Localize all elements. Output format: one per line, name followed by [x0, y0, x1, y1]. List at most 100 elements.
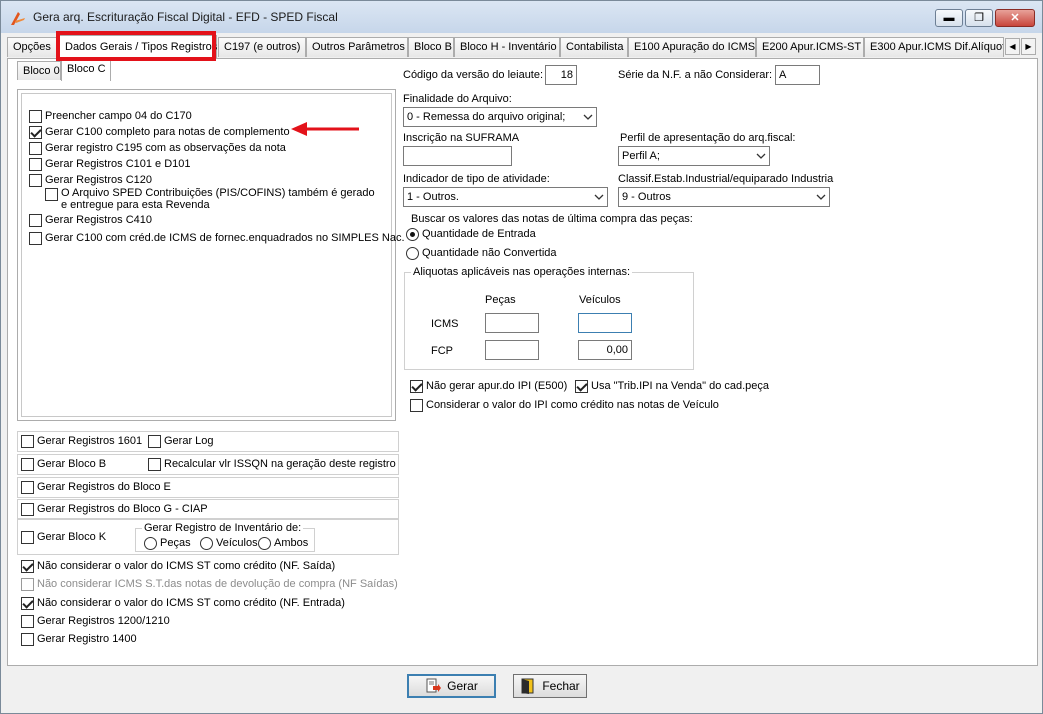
close-button[interactable]: ✕ — [995, 9, 1035, 27]
checkbox-box[interactable] — [29, 126, 42, 139]
checkbox-box[interactable] — [29, 142, 42, 155]
icms-veiculos-input[interactable] — [578, 313, 632, 333]
checkbox-box[interactable] — [21, 578, 34, 591]
tab-outros-parametros[interactable]: Outros Parâmetros — [306, 37, 408, 57]
nao-gerar-ipi-checkbox[interactable]: Não gerar apur.do IPI (E500) — [410, 379, 567, 393]
recalcular-issqn-checkbox[interactable]: Recalcular vlr ISSQN na geração deste re… — [148, 457, 396, 471]
gerar-bloco-b-checkbox[interactable]: Gerar Bloco B — [21, 457, 106, 471]
bloco-g-group: Gerar Registros do Bloco G - CIAP — [17, 499, 399, 520]
gerar-1400-checkbox[interactable]: Gerar Registro 1400 — [21, 632, 137, 646]
radio-circle[interactable] — [144, 537, 157, 550]
checkbox-box[interactable] — [29, 158, 42, 171]
gerar-c410-checkbox[interactable]: Gerar Registros C410 — [29, 213, 152, 227]
checkbox-label: Gerar Bloco B — [37, 458, 107, 470]
subtab-bloco-c[interactable]: Bloco C — [61, 59, 111, 81]
checkbox-box[interactable] — [21, 481, 34, 494]
fcp-pecas-input[interactable] — [485, 340, 539, 360]
checkbox-label: O Arquivo SPED Contribuições (PIS/COFINS… — [61, 187, 375, 211]
checkbox-box[interactable] — [21, 531, 34, 544]
gerar-button[interactable]: Gerar — [407, 674, 496, 698]
checkbox-box[interactable] — [21, 560, 34, 573]
checkbox-box[interactable] — [29, 110, 42, 123]
maximize-button[interactable]: ❐ — [965, 9, 993, 27]
checkbox-box[interactable] — [45, 188, 58, 201]
checkbox-box[interactable] — [21, 597, 34, 610]
tab-contabilista[interactable]: Contabilista — [560, 37, 628, 57]
serie-input[interactable]: A — [775, 65, 820, 85]
gerar-c101-d101-checkbox[interactable]: Gerar Registros C101 e D101 — [29, 157, 191, 171]
minimize-button[interactable]: ▬ — [935, 9, 963, 27]
gerar-c100-completo-checkbox[interactable]: Gerar C100 completo para notas de comple… — [29, 125, 290, 139]
inventario-ambos-radio[interactable]: Ambos — [258, 536, 308, 550]
radio-circle[interactable] — [406, 247, 419, 260]
gerar-log-checkbox[interactable]: Gerar Log — [148, 434, 214, 448]
gerar-c120-checkbox[interactable]: Gerar Registros C120 — [29, 173, 152, 187]
checkbox-label: Gerar Registros C120 — [45, 174, 152, 186]
gerar-bloco-g-checkbox[interactable]: Gerar Registros do Bloco G - CIAP — [21, 502, 208, 516]
sped-contribuicoes-checkbox[interactable]: O Arquivo SPED Contribuições (PIS/COFINS… — [45, 187, 381, 211]
col-veiculos-label: Veículos — [579, 294, 621, 306]
checkbox-box[interactable] — [148, 435, 161, 448]
quantidade-nao-convertida-radio[interactable]: Quantidade não Convertida — [406, 246, 557, 260]
tab-e300[interactable]: E300 Apur.ICMS Dif.Alíquota — [864, 37, 1004, 57]
checkbox-box[interactable] — [21, 633, 34, 646]
fechar-label: Fechar — [542, 679, 580, 693]
subtab-bloco-0[interactable]: Bloco 0 — [17, 61, 61, 80]
radio-circle[interactable] — [200, 537, 213, 550]
nao-icms-st-devolucao-checkbox[interactable]: Não considerar ICMS S.T.das notas de dev… — [21, 577, 398, 591]
atividade-select[interactable]: 1 - Outros. — [403, 187, 608, 207]
finalidade-label: Finalidade do Arquivo: — [403, 93, 512, 105]
title-bar[interactable]: Gera arq. Escrituração Fiscal Digital - … — [1, 1, 1042, 33]
tab-e100[interactable]: E100 Apuração do ICMS — [628, 37, 756, 57]
checkbox-label: Recalcular vlr ISSQN na geração deste re… — [164, 458, 396, 470]
gerar-c100-simples-checkbox[interactable]: Gerar C100 com créd.de ICMS de fornec.en… — [29, 231, 405, 245]
checkbox-box[interactable] — [148, 458, 161, 471]
tab-opcoes[interactable]: Opções — [7, 37, 57, 57]
tab-scroll-right-icon[interactable]: ▶ — [1021, 38, 1036, 55]
tab-c197[interactable]: C197 (e outros) — [218, 37, 306, 57]
gerar-bloco-k-checkbox[interactable]: Gerar Bloco K — [21, 530, 106, 544]
fechar-button[interactable]: Fechar — [513, 674, 587, 698]
checkbox-box[interactable] — [21, 458, 34, 471]
checkbox-box[interactable] — [21, 503, 34, 516]
checkbox-box[interactable] — [29, 214, 42, 227]
registros-1601-group: Gerar Registros 1601 Gerar Log — [17, 431, 399, 452]
serie-label: Série da N.F. a não Considerar: — [618, 69, 773, 81]
checkbox-box[interactable] — [410, 399, 423, 412]
main-window: Gera arq. Escrituração Fiscal Digital - … — [0, 0, 1043, 714]
perfil-select[interactable]: Perfil A; — [618, 146, 770, 166]
gerar-1200-1210-checkbox[interactable]: Gerar Registros 1200/1210 — [21, 614, 170, 628]
icms-pecas-input[interactable] — [485, 313, 539, 333]
checkbox-box[interactable] — [410, 380, 423, 393]
tab-scroll-left-icon[interactable]: ◀ — [1005, 38, 1020, 55]
checkbox-box[interactable] — [21, 435, 34, 448]
nao-icms-st-entrada-checkbox[interactable]: Não considerar o valor do ICMS ST como c… — [21, 596, 345, 610]
fcp-veiculos-input[interactable]: 0,00 — [578, 340, 632, 360]
checkbox-box[interactable] — [21, 615, 34, 628]
gerar-bloco-e-checkbox[interactable]: Gerar Registros do Bloco E — [21, 480, 171, 494]
preencher-c170-checkbox[interactable]: Preencher campo 04 do C170 — [29, 109, 192, 123]
quantidade-entrada-radio[interactable]: Quantidade de Entrada — [406, 227, 536, 241]
checkbox-box[interactable] — [29, 232, 42, 245]
radio-circle[interactable] — [406, 228, 419, 241]
gerar-c195-checkbox[interactable]: Gerar registro C195 com as observações d… — [29, 141, 286, 155]
classif-select[interactable]: 9 - Outros — [618, 187, 830, 207]
bloco-c-panel: Preencher campo 04 do C170 Gerar C100 co… — [17, 89, 405, 421]
tab-e200[interactable]: E200 Apur.ICMS-ST — [756, 37, 864, 57]
tab-bloco-b[interactable]: Bloco B — [408, 37, 454, 57]
finalidade-select[interactable]: 0 - Remessa do arquivo original; — [403, 107, 597, 127]
checkbox-label: Não considerar o valor do ICMS ST como c… — [37, 560, 336, 572]
radio-circle[interactable] — [258, 537, 271, 550]
inventario-veiculos-radio[interactable]: Veículos — [200, 536, 258, 550]
nao-icms-st-saida-checkbox[interactable]: Não considerar o valor do ICMS ST como c… — [21, 559, 335, 573]
versao-input[interactable]: 18 — [545, 65, 577, 85]
tab-bloco-h[interactable]: Bloco H - Inventário — [454, 37, 560, 57]
checkbox-box[interactable] — [575, 380, 588, 393]
gerar-1601-checkbox[interactable]: Gerar Registros 1601 — [21, 434, 142, 448]
considerar-ipi-checkbox[interactable]: Considerar o valor do IPI como crédito n… — [410, 398, 719, 412]
usa-trib-ipi-checkbox[interactable]: Usa "Trib.IPI na Venda" do cad.peça — [575, 379, 769, 393]
tab-dados-gerais[interactable]: Dados Gerais / Tipos Registros — [59, 35, 217, 58]
suframa-input[interactable] — [403, 146, 512, 166]
inventario-pecas-radio[interactable]: Peças — [144, 536, 191, 550]
checkbox-box[interactable] — [29, 174, 42, 187]
